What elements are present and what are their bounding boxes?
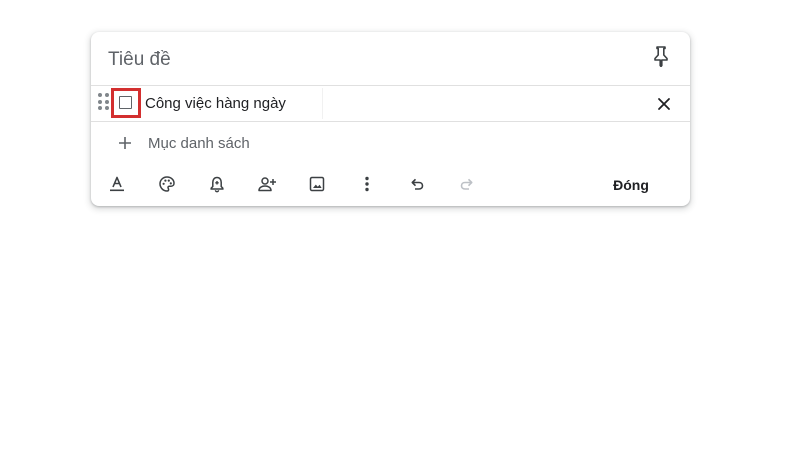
- note-toolbar: Đóng: [91, 168, 690, 200]
- checklist-item-checkbox[interactable]: [119, 96, 132, 109]
- checklist-item: Công việc hàng ngày: [91, 85, 690, 122]
- note-editor-card: Tiêu đề Công việc hàng ngày Mục danh sác…: [91, 32, 690, 206]
- plus-icon: [115, 133, 135, 153]
- note-title[interactable]: Tiêu đề: [108, 49, 171, 71]
- remove-item-icon[interactable]: [653, 93, 675, 115]
- palette-icon[interactable]: [155, 172, 179, 196]
- note-title-row: Tiêu đề: [91, 32, 690, 85]
- reminder-bell-icon[interactable]: [205, 172, 229, 196]
- add-collaborator-icon[interactable]: [255, 172, 279, 196]
- more-options-icon[interactable]: [355, 172, 379, 196]
- text-format-icon[interactable]: [105, 172, 129, 196]
- drag-handle-icon[interactable]: [98, 93, 110, 113]
- add-list-item-row: [91, 122, 690, 162]
- redo-icon[interactable]: [455, 172, 479, 196]
- close-button[interactable]: Đóng: [603, 172, 659, 198]
- item-divider: [322, 88, 323, 119]
- pin-icon[interactable]: [649, 44, 673, 68]
- add-list-item-input[interactable]: [148, 132, 448, 154]
- checklist-item-text[interactable]: Công việc hàng ngày: [145, 95, 286, 112]
- add-image-icon[interactable]: [305, 172, 329, 196]
- undo-icon[interactable]: [405, 172, 429, 196]
